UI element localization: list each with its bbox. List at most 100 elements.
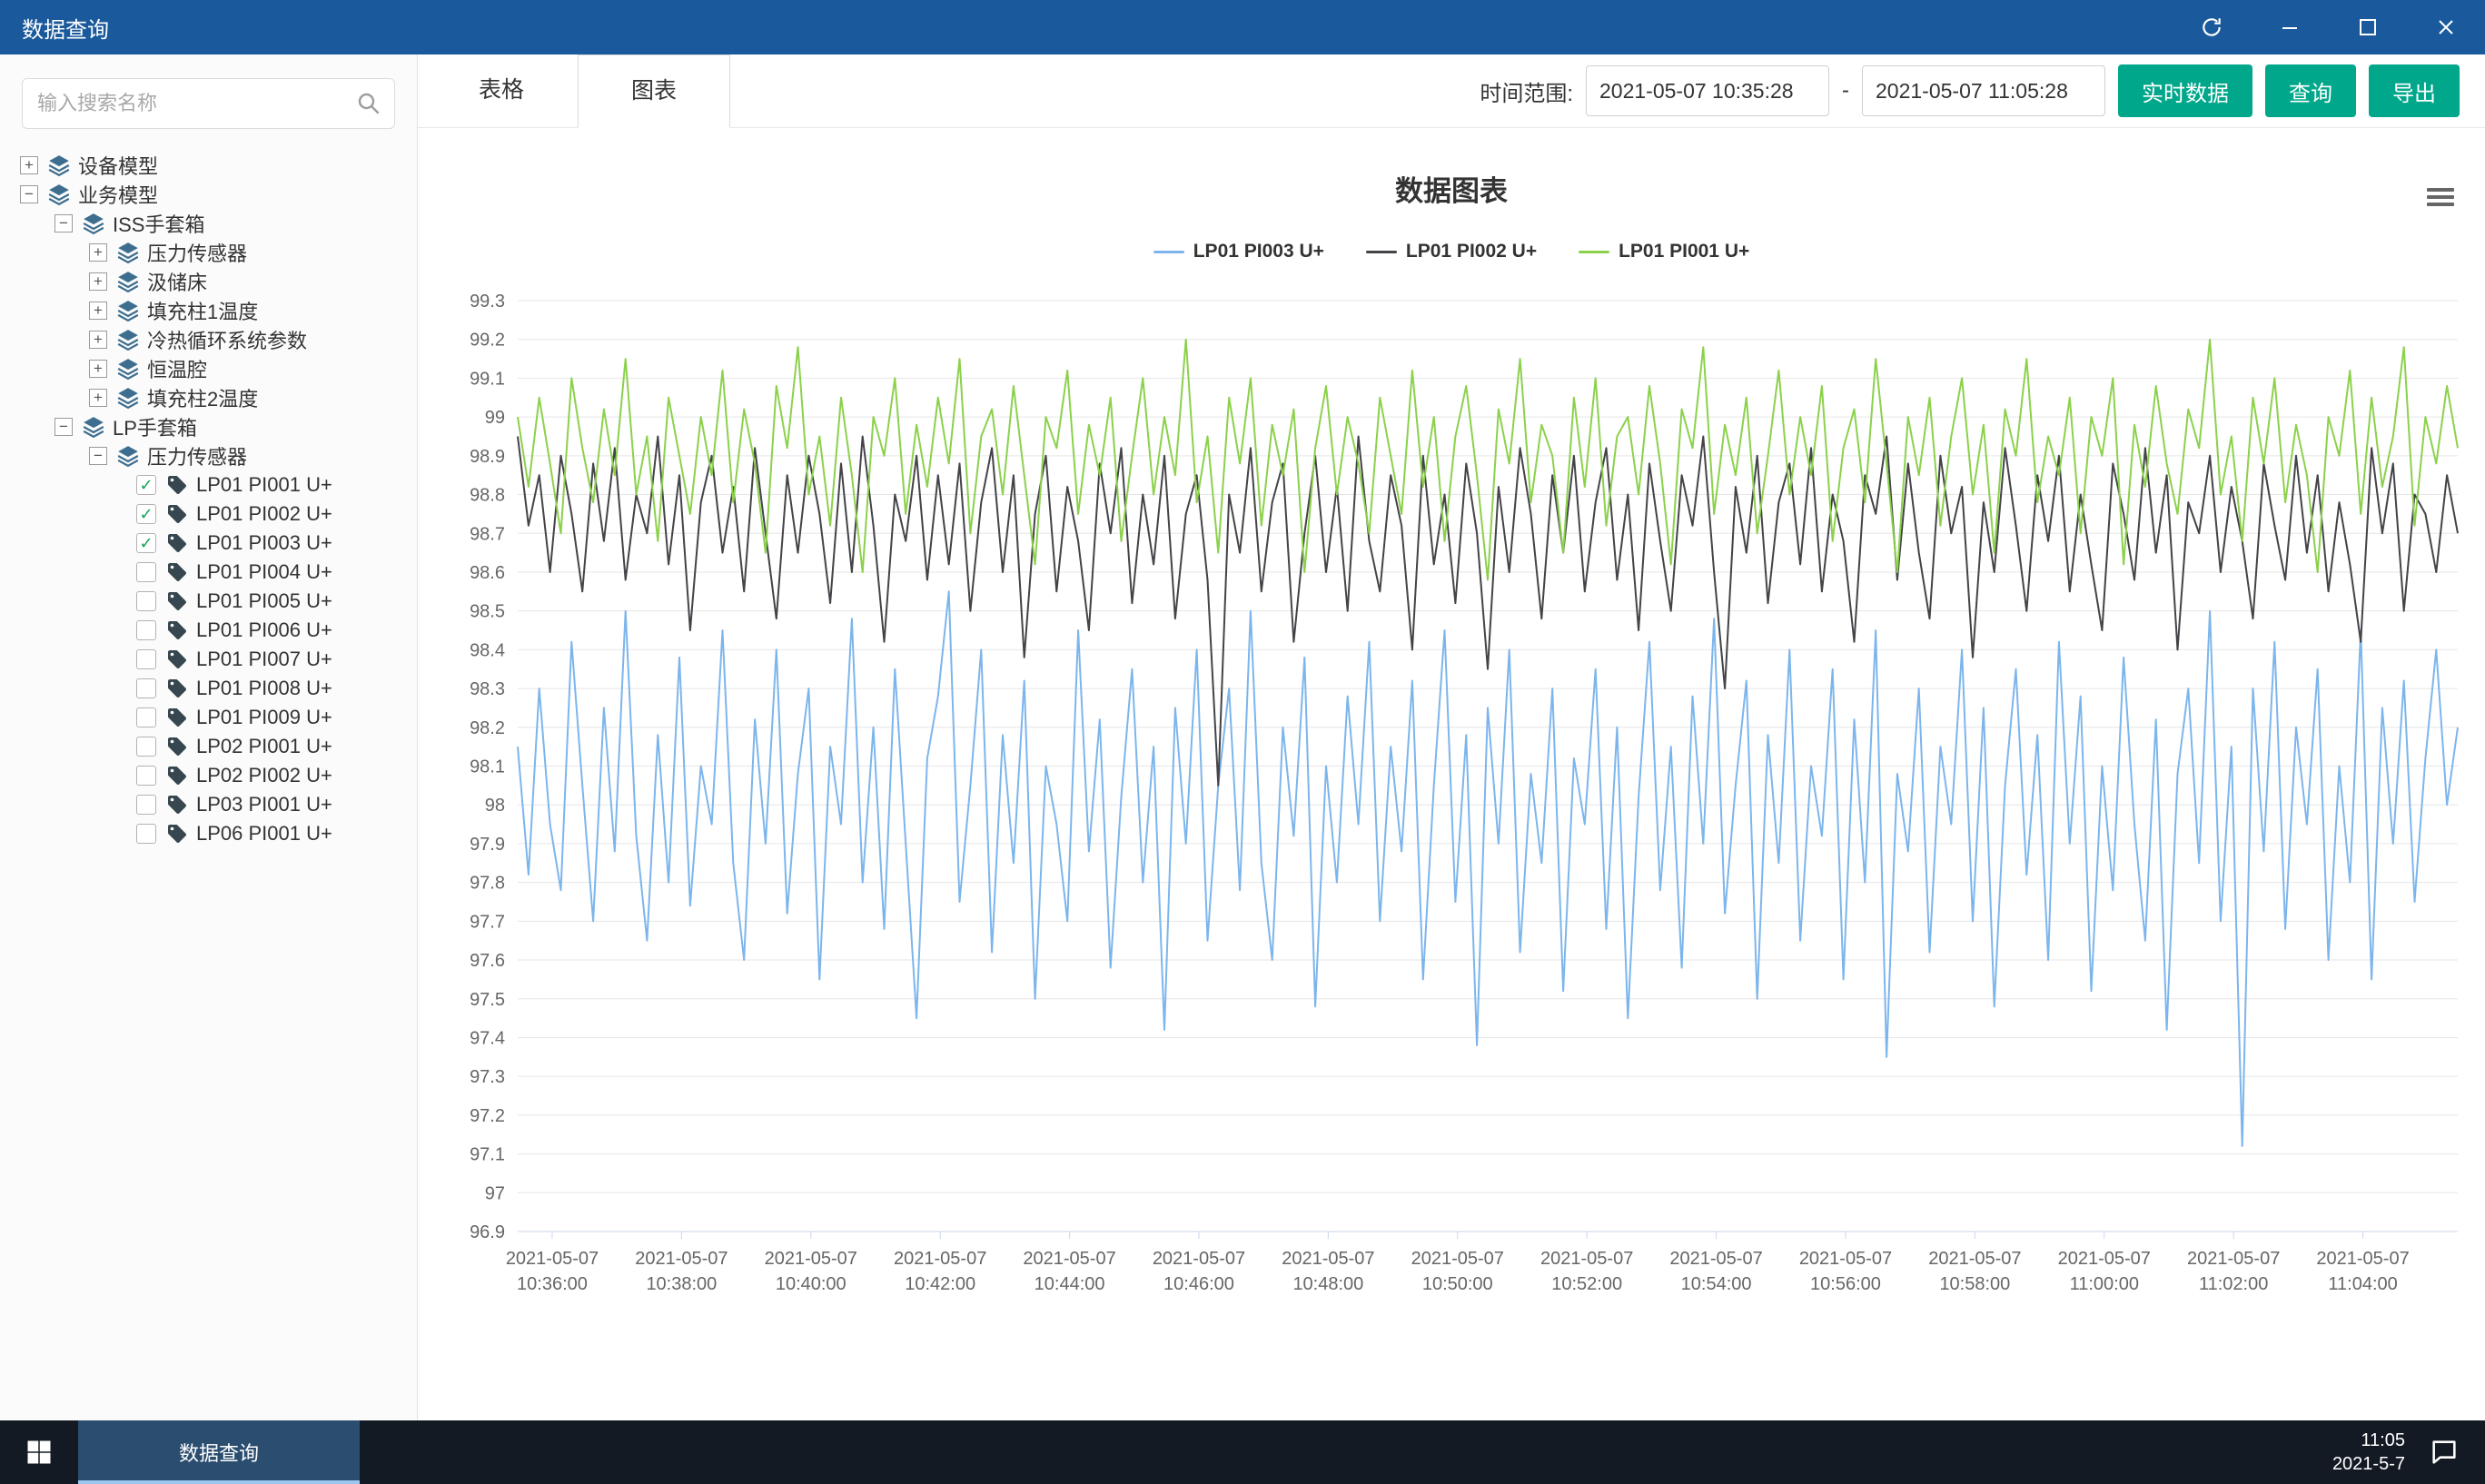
tree-leaf-item[interactable]: LP01 PI005 U+ <box>0 587 417 616</box>
tree-leaf-item[interactable]: LP01 PI008 U+ <box>0 674 417 703</box>
expand-icon[interactable]: + <box>89 389 107 407</box>
chart-title: 数据图表 <box>418 168 2485 209</box>
checkbox[interactable] <box>136 562 156 582</box>
tree-node-item[interactable]: −压力传感器 <box>0 441 417 470</box>
legend-item[interactable]: LP01 PI003 U+ <box>1153 241 1324 262</box>
tree-leaf-item[interactable]: LP06 PI001 U+ <box>0 819 417 848</box>
tree-item-label: LP01 PI005 U+ <box>196 589 332 613</box>
sidebar: +设备模型−业务模型−ISS手套箱+压力传感器+汲储床+填充柱1温度+冷热循环系… <box>0 54 418 1420</box>
end-time-input[interactable] <box>1862 65 2105 116</box>
svg-text:10:46:00: 10:46:00 <box>1163 1274 1234 1294</box>
tag-icon <box>166 648 188 670</box>
tree-node-item[interactable]: −LP手套箱 <box>0 412 417 441</box>
taskbar-app-button[interactable]: 数据查询 <box>78 1420 360 1484</box>
svg-text:10:38:00: 10:38:00 <box>646 1274 717 1294</box>
expand-icon[interactable]: + <box>89 302 107 320</box>
checkbox[interactable] <box>136 620 156 640</box>
maximize-icon <box>2357 16 2379 38</box>
taskbar-clock[interactable]: 11:05 2021-5-7 <box>2332 1429 2405 1476</box>
tab-table[interactable]: 表格 <box>425 54 578 127</box>
tree-item-label: 恒温腔 <box>147 354 207 383</box>
checkbox[interactable] <box>136 824 156 844</box>
checkbox[interactable] <box>136 766 156 786</box>
checkbox[interactable]: ✓ <box>136 533 156 553</box>
tree-leaf-item[interactable]: LP01 PI007 U+ <box>0 645 417 674</box>
checkbox[interactable] <box>136 591 156 611</box>
expand-icon[interactable]: + <box>89 331 107 349</box>
tree-leaf-item[interactable]: LP03 PI001 U+ <box>0 790 417 819</box>
tree-item-label: LP01 PI003 U+ <box>196 531 332 555</box>
query-button[interactable]: 查询 <box>2265 64 2356 117</box>
taskbar-date: 2021-5-7 <box>2332 1452 2405 1476</box>
chat-button[interactable] <box>2429 1437 2460 1468</box>
close-button[interactable] <box>2407 0 2485 54</box>
svg-text:98.7: 98.7 <box>470 524 505 544</box>
checkbox[interactable] <box>136 707 156 727</box>
tree-node-item[interactable]: + 填充柱2温度 <box>0 383 417 412</box>
tree-item-label: LP01 PI008 U+ <box>196 677 332 700</box>
checkbox[interactable] <box>136 649 156 669</box>
tree-leaf-item[interactable]: LP01 PI009 U+ <box>0 703 417 732</box>
tree-node-item[interactable]: +汲储床 <box>0 267 417 296</box>
minimize-button[interactable] <box>2251 0 2329 54</box>
refresh-button[interactable] <box>2173 0 2251 54</box>
tree-node-item[interactable]: +冷热循环系统参数 <box>0 325 417 354</box>
tree-node-item[interactable]: +填充柱1温度 <box>0 296 417 325</box>
app-body: +设备模型−业务模型−ISS手套箱+压力传感器+汲储床+填充柱1温度+冷热循环系… <box>0 54 2485 1420</box>
svg-text:97.7: 97.7 <box>470 912 505 932</box>
tree-leaf-item[interactable]: ✓ LP01 PI003 U+ <box>0 529 417 558</box>
tree-leaf-item[interactable]: ✓LP01 PI002 U+ <box>0 500 417 529</box>
svg-text:98.9: 98.9 <box>470 447 505 467</box>
checkbox[interactable] <box>136 737 156 757</box>
tree-leaf-item[interactable]: LP02 PI002 U+ <box>0 761 417 790</box>
collapse-icon[interactable]: − <box>20 185 38 203</box>
search-input[interactable] <box>22 78 395 129</box>
chart-canvas[interactable]: 96.99797.197.297.397.497.597.697.797.897… <box>436 273 2485 1327</box>
tree-leaf-item[interactable]: LP01 PI004 U+ <box>0 558 417 587</box>
svg-text:2021-05-07: 2021-05-07 <box>506 1249 599 1269</box>
collapse-icon[interactable]: − <box>54 214 73 232</box>
tree-node-item[interactable]: +设备模型 <box>0 151 417 180</box>
start-button[interactable] <box>0 1420 78 1484</box>
svg-text:98: 98 <box>485 796 505 816</box>
svg-text:98.4: 98.4 <box>470 640 505 660</box>
tree-node-item[interactable]: + 恒温腔 <box>0 354 417 383</box>
checkbox[interactable]: ✓ <box>136 475 156 495</box>
checkbox[interactable]: ✓ <box>136 504 156 524</box>
export-button[interactable]: 导出 <box>2369 64 2460 117</box>
tree-leaf-item[interactable]: LP01 PI006 U+ <box>0 616 417 645</box>
chart-menu-icon[interactable] <box>2427 184 2454 210</box>
tree-item-label: 填充柱2温度 <box>147 383 258 412</box>
tag-icon <box>166 736 188 757</box>
tag-icon <box>166 678 188 699</box>
series-line <box>518 591 2458 1146</box>
expand-icon[interactable]: + <box>20 156 38 174</box>
expand-icon[interactable]: + <box>89 360 107 378</box>
svg-text:98.8: 98.8 <box>470 486 505 506</box>
tree-node-item[interactable]: +压力传感器 <box>0 238 417 267</box>
svg-text:10:56:00: 10:56:00 <box>1810 1274 1881 1294</box>
layers-icon <box>116 328 140 351</box>
tree-node-item[interactable]: −业务模型 <box>0 180 417 209</box>
tree-leaf-item[interactable]: LP02 PI001 U+ <box>0 732 417 761</box>
svg-text:97.6: 97.6 <box>470 951 505 971</box>
expand-icon[interactable]: + <box>89 272 107 291</box>
legend-item[interactable]: LP01 PI002 U+ <box>1366 241 1537 262</box>
start-time-input[interactable] <box>1586 65 1829 116</box>
collapse-icon[interactable]: − <box>89 447 107 465</box>
svg-text:98.5: 98.5 <box>470 602 505 622</box>
maximize-button[interactable] <box>2329 0 2407 54</box>
svg-text:10:48:00: 10:48:00 <box>1292 1274 1363 1294</box>
checkbox[interactable] <box>136 795 156 815</box>
expand-icon[interactable]: + <box>89 243 107 262</box>
legend-item[interactable]: LP01 PI001 U+ <box>1579 241 1749 262</box>
svg-text:2021-05-07: 2021-05-07 <box>635 1249 728 1269</box>
tag-icon <box>166 474 188 496</box>
realtime-data-button[interactable]: 实时数据 <box>2118 64 2252 117</box>
tag-icon <box>166 619 188 641</box>
collapse-icon[interactable]: − <box>54 418 73 436</box>
checkbox[interactable] <box>136 678 156 698</box>
tab-chart[interactable]: 图表 <box>578 54 730 128</box>
tree-node-item[interactable]: −ISS手套箱 <box>0 209 417 238</box>
tree-leaf-item[interactable]: ✓LP01 PI001 U+ <box>0 470 417 500</box>
